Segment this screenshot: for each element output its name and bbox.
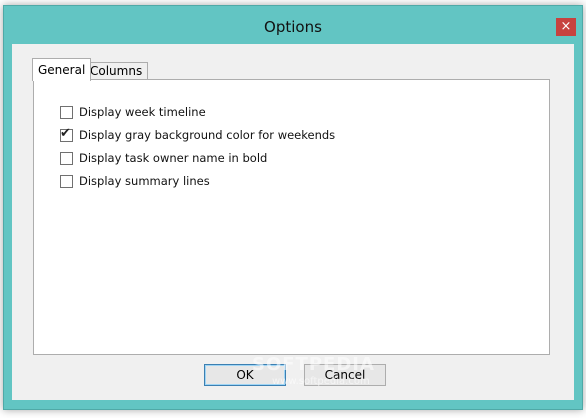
checkmark-icon: ✔ [60,125,71,141]
option-label: Display task owner name in bold [79,151,268,165]
tab-columns[interactable]: Columns [84,62,149,80]
week-timeline-checkbox[interactable] [60,105,73,119]
option-label: Display gray background color for weeken… [79,128,336,142]
option-gray-weekends[interactable]: ✔ Display gray background color for week… [60,125,336,143]
title-bar[interactable]: Options × [4,6,582,44]
option-owner-bold[interactable]: Display task owner name in bold [60,150,267,166]
gray-weekends-checkbox[interactable]: ✔ [60,125,73,142]
tab-general[interactable]: General [32,58,92,81]
watermark: SOFTPEDIA [252,354,375,375]
close-button[interactable]: × [556,18,576,36]
window-title: Options [264,18,322,36]
option-label: Display week timeline [79,105,206,119]
options-dialog: Options × General Columns Display week t… [3,5,583,410]
option-summary-lines[interactable]: Display summary lines [60,173,210,189]
option-week-timeline[interactable]: Display week timeline [60,104,206,120]
summary-lines-checkbox[interactable] [60,174,73,188]
owner-bold-checkbox[interactable] [60,151,73,165]
close-icon: × [560,19,572,34]
dialog-client-area: General Columns Display week timeline ✔ … [12,44,574,400]
general-tab-panel: Display week timeline ✔ Display gray bac… [33,79,550,355]
watermark-url: www.softpedia.com [272,376,370,387]
option-label: Display summary lines [79,174,210,188]
